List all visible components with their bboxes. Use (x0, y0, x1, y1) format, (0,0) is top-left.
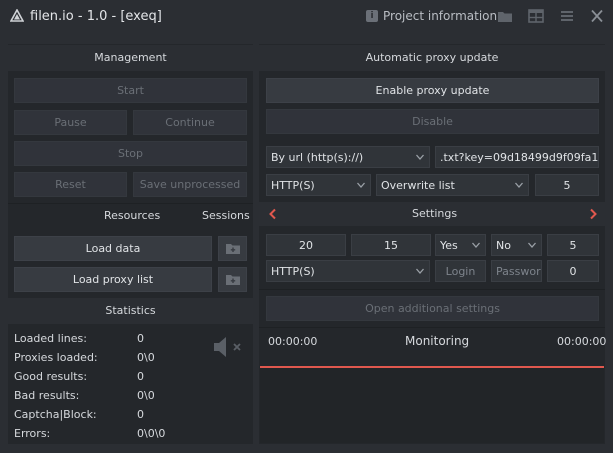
chevron-down-icon (528, 242, 536, 248)
statistics-header: Statistics (8, 298, 253, 324)
yes-no-select[interactable]: No (491, 234, 542, 256)
disable-proxy-update-button[interactable]: Disable (266, 109, 599, 134)
chevron-right-icon[interactable] (588, 208, 598, 220)
stop-button[interactable]: Stop (14, 141, 247, 166)
enable-proxy-update-button[interactable]: Enable proxy update (266, 78, 599, 103)
update-interval-input[interactable]: 5 (535, 174, 599, 196)
auto-proxy-type-value: HTTP(S) (271, 178, 315, 192)
retries-input[interactable]: 5 (547, 234, 599, 256)
chevron-down-icon (416, 154, 424, 160)
proxy-source-value: By url (http(s)://) (271, 150, 364, 164)
folder-icon (225, 244, 240, 254)
remaining-time: 00:00:00 (557, 335, 607, 348)
list-mode-value: Overwrite list (381, 178, 455, 192)
sessions-tab[interactable]: Sessions (202, 209, 250, 222)
auto-proxy-header: Automatic proxy update (259, 45, 605, 71)
chevron-down-icon (357, 182, 365, 188)
management-header: Management (8, 45, 253, 71)
settings-proxy-type-value: HTTP(S) (271, 264, 315, 278)
stat-value: 0\0\0 (137, 427, 166, 440)
pause-button[interactable]: Pause (14, 110, 127, 135)
resources-header: Resources (104, 209, 161, 222)
divider (259, 327, 605, 328)
save-unprocessed-button[interactable]: Save unprocessed (133, 172, 247, 197)
monitoring-title: Monitoring (405, 334, 470, 348)
chevron-down-icon (416, 268, 424, 274)
info-icon[interactable]: i (366, 10, 378, 22)
proxy-url-input[interactable]: .txt?key=09d18499d9f09fa1aea (435, 146, 599, 168)
stat-label: Captcha|Block: (14, 408, 97, 421)
stat-value: 0 (137, 370, 144, 383)
yes-no-select[interactable]: Yes (435, 234, 486, 256)
folder-icon[interactable] (497, 9, 513, 23)
table-icon[interactable] (528, 9, 544, 23)
stat-label: Good results: (14, 370, 88, 383)
threads-input[interactable]: 20 (266, 234, 346, 256)
proxy-source-select[interactable]: By url (http(s)://) (266, 146, 430, 168)
password-input[interactable]: Passworc (491, 260, 542, 282)
delay-input[interactable]: 0 (547, 260, 599, 282)
settings-header: Settings (412, 207, 458, 220)
yes-no-value: No (496, 238, 511, 252)
load-proxy-folder-button[interactable] (218, 267, 247, 292)
list-mode-select[interactable]: Overwrite list (376, 174, 529, 196)
login-input[interactable]: Login (435, 260, 486, 282)
stat-label: Bad results: (14, 389, 80, 402)
close-icon[interactable] (589, 9, 605, 23)
menu-icon[interactable] (559, 9, 575, 23)
timeout-input[interactable]: 15 (351, 234, 431, 256)
open-additional-settings-button[interactable]: Open additional settings (266, 296, 599, 321)
auto-proxy-type-select[interactable]: HTTP(S) (266, 174, 371, 196)
reset-button[interactable]: Reset (14, 172, 127, 197)
sound-muted-icon[interactable] (212, 336, 244, 358)
stat-value: 0 (137, 332, 144, 345)
chevron-left-icon[interactable] (268, 208, 278, 220)
stat-value: 0\0 (137, 389, 155, 402)
stat-value: 0 (137, 408, 144, 421)
chevron-down-icon (472, 242, 480, 248)
continue-button[interactable]: Continue (133, 110, 247, 135)
app-logo-icon (10, 9, 24, 22)
monitoring-graph-area (260, 368, 604, 443)
divider (259, 289, 605, 290)
stat-label: Proxies loaded: (14, 351, 98, 364)
start-button[interactable]: Start (14, 78, 247, 103)
load-proxy-list-button[interactable]: Load proxy list (14, 267, 212, 292)
load-data-button[interactable]: Load data (14, 236, 212, 261)
load-data-folder-button[interactable] (218, 236, 247, 261)
elapsed-time: 00:00:00 (268, 335, 318, 348)
window-title: filen.io - 1.0 - [exeq] (30, 9, 162, 24)
settings-proxy-type-select[interactable]: HTTP(S) (266, 260, 430, 282)
yes-no-value: Yes (440, 238, 458, 252)
stat-value: 0\0 (137, 351, 155, 364)
stat-label: Errors: (14, 427, 51, 440)
divider (8, 203, 253, 204)
project-information-link[interactable]: Project information (383, 9, 497, 23)
chevron-down-icon (515, 182, 523, 188)
stat-label: Loaded lines: (14, 332, 87, 345)
folder-icon (225, 275, 240, 285)
